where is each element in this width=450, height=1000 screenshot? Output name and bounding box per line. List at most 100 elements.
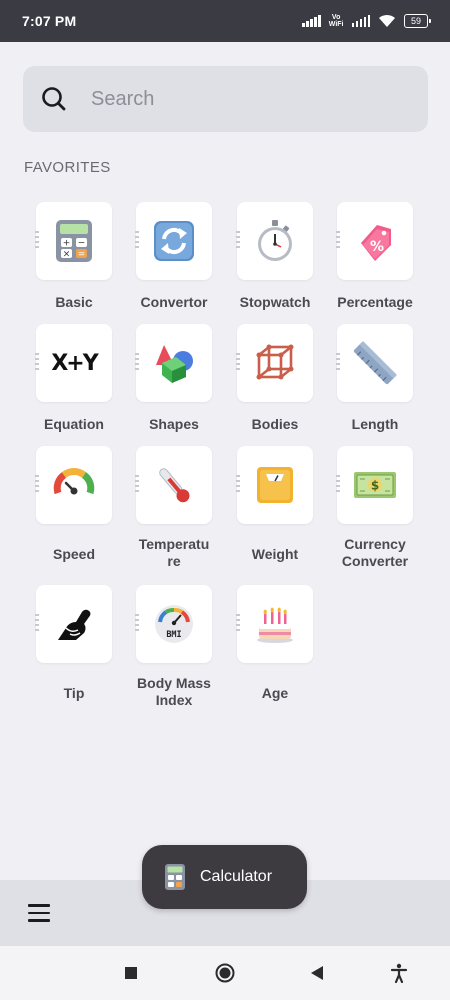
tile-card[interactable]: + − × = [35,202,112,280]
shapes-icon [156,345,193,383]
tile-body-mass-index[interactable]: BMI Body Mass Index [124,585,224,709]
drag-handle[interactable] [35,231,39,249]
back-triangle-icon[interactable] [310,965,324,981]
cell-signal-icon [302,15,321,27]
battery-icon: 59 [404,14,431,28]
refresh-arrows-icon [154,221,194,261]
tile-label-bmi: Body Mass Index [137,675,211,708]
drag-handle[interactable] [135,475,139,493]
tile-label: Speed [52,546,95,562]
tile-label: Stopwatch [239,294,311,310]
tile-card[interactable] [135,324,212,402]
tile-label: Percentage [337,294,413,310]
ruler-icon [353,341,397,385]
tile-basic[interactable]: + − × = Basic [24,202,124,311]
scale-icon [257,467,293,503]
tile-card[interactable]: X+Y [35,324,112,402]
tile-card[interactable]: % [336,202,413,280]
currency-symbol: $ [371,479,379,493]
tile-bodies[interactable]: Bodies [225,324,325,433]
system-nav-bar [0,946,450,1000]
tile-currency-converter[interactable]: $ Currency Converter [325,446,425,570]
tile-label: Bodies [251,416,299,432]
thermometer-icon [159,468,190,503]
favorites-title: FAVORITES [24,159,111,176]
tile-card[interactable]: $ [336,446,413,524]
vowifi-icon: Vo WiFi [328,14,344,28]
tile-card[interactable] [135,446,212,524]
status-time: 7:07 PM [22,13,77,29]
tile-card[interactable]: BMI [135,585,212,663]
drag-handle[interactable] [135,231,139,249]
calculator-icon [165,864,185,890]
status-bar: 7:07 PM Vo WiFi 59 [0,0,450,42]
accessibility-icon[interactable] [390,963,408,983]
birthday-cake-icon [257,607,293,643]
tile-weight[interactable]: Weight [225,446,325,563]
calculator-icon: + − × = [56,220,92,262]
tile-card[interactable] [35,585,112,663]
tile-tip[interactable]: Tip [24,585,124,702]
tile-card[interactable] [135,202,212,280]
tile-label: Weight [251,546,299,562]
bmi-text: BMI [166,630,181,640]
tile-length[interactable]: Length [325,324,425,433]
tile-card[interactable] [236,324,313,402]
speedometer-icon [53,468,95,495]
x-plus-y-icon: X+Y [51,350,98,376]
drag-handle[interactable] [35,353,39,371]
recents-square-icon[interactable] [124,966,138,980]
cube-icon [256,344,294,380]
tile-stopwatch[interactable]: Stopwatch [225,202,325,311]
svg-text:=: = [78,250,86,260]
calculator-chip-label: Calculator [200,868,273,885]
drag-handle[interactable] [35,614,39,632]
percent-tag-icon: % [361,225,391,261]
status-icons: Vo WiFi 59 [302,14,431,28]
home-circle-icon[interactable] [215,963,235,983]
tile-percentage[interactable]: % Percentage [325,202,425,311]
tile-temperature[interactable]: Temperatu re [124,446,224,570]
tile-card[interactable] [236,446,313,524]
tile-card[interactable] [35,446,112,524]
search-input[interactable] [91,87,391,111]
search-bar[interactable] [23,66,428,132]
drag-handle[interactable] [135,353,139,371]
tile-card[interactable] [336,324,413,402]
drag-handle[interactable] [236,614,240,632]
tile-label: Convertor [140,294,208,310]
tile-speed[interactable]: Speed [24,446,124,563]
drag-handle[interactable] [236,475,240,493]
banknote-icon: $ [354,472,396,498]
tile-convertor[interactable]: Convertor [124,202,224,311]
tile-age[interactable]: Age [225,585,325,702]
svg-text:+: + [63,239,71,249]
tile-label-currency: Currency Converter [341,536,409,569]
drag-handle[interactable] [336,231,340,249]
tile-equation[interactable]: X+Y Equation [24,324,124,433]
svg-text:−: − [78,239,86,249]
drag-handle[interactable] [336,475,340,493]
tile-shapes[interactable]: Shapes [124,324,224,433]
tile-label: Length [351,416,399,432]
tile-label: Shapes [149,416,199,432]
hamburger-menu-icon[interactable] [28,904,50,922]
battery-level: 59 [410,16,421,26]
tile-label: Age [261,685,289,701]
drag-handle[interactable] [336,353,340,371]
drag-handle[interactable] [236,353,240,371]
tile-label: Equation [44,416,104,432]
tip-hand-icon [58,609,91,640]
tile-label-temperature: Temperatu re [138,536,210,569]
stopwatch-icon [258,220,292,261]
drag-handle[interactable] [135,614,139,632]
tile-card[interactable] [236,585,313,663]
drag-handle[interactable] [236,231,240,249]
bmi-gauge-icon: BMI [155,605,193,643]
calculator-chip[interactable]: Calculator [142,845,307,909]
tile-card[interactable] [236,202,313,280]
drag-handle[interactable] [35,475,39,493]
search-icon [42,87,66,111]
tile-label: Tip [63,685,85,701]
cell-signal-icon-2 [351,15,370,27]
